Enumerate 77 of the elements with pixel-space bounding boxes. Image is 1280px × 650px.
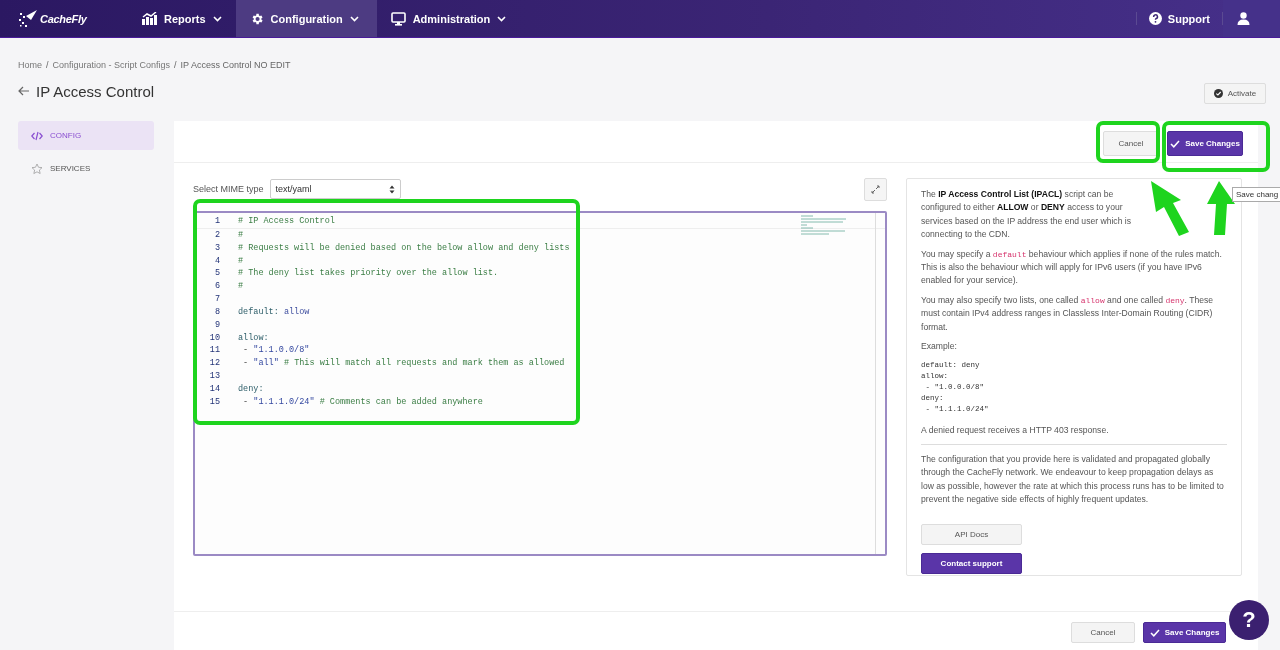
line-number: 7 [213, 293, 221, 306]
chevron-down-icon [497, 15, 507, 22]
support-link[interactable]: Support [1136, 0, 1222, 37]
nav-menu-item[interactable]: Configuration [235, 0, 377, 37]
line-number: 4 [213, 254, 221, 268]
field-label: Select MIME type [193, 184, 264, 194]
info-paragraph: The IP Access Control List (IPACL) script can be configured to either ALLOW or DENY access to your services based on the IP address the end user which is connecting to the CDN. [921, 188, 1133, 241]
breadcrumb-link[interactable]: Configuration - Script Configs [52, 60, 171, 72]
check-circle-icon [1213, 88, 1223, 98]
sidebar-item[interactable]: CONFIG [18, 121, 154, 150]
bar-chart-icon [142, 12, 157, 25]
api-docs-button[interactable]: API Docs [921, 524, 1022, 546]
line-number: 14 [208, 382, 221, 396]
line-number: 12 [208, 357, 221, 371]
cancel-button[interactable]: Cancel [1103, 131, 1159, 156]
code-line: - "all" # This will match all requests and mark them as allowed [242, 357, 565, 371]
cancel-button[interactable]: Cancel [1071, 622, 1135, 643]
code-editor[interactable] [193, 211, 887, 556]
line-number: 9 [213, 318, 221, 332]
line-number: 11 [208, 344, 221, 358]
line-number: 1 [213, 215, 221, 228]
contact-support-button[interactable]: Contact support [921, 553, 1022, 575]
help-icon [1148, 12, 1162, 25]
logo-text: CacheFly [40, 12, 87, 25]
activate-button[interactable]: Activate [1204, 82, 1266, 104]
code-icon [31, 130, 43, 141]
mime-type-select[interactable]: text/yaml [269, 179, 401, 199]
save-button[interactable]: Save Changes [1167, 131, 1243, 156]
code-line: default: allow [238, 305, 310, 319]
sidebar-item[interactable]: SERVICES [18, 154, 154, 183]
page-title: IP Access Control [36, 82, 155, 100]
expand-icon [871, 184, 880, 194]
breadcrumb-link[interactable]: Home [18, 60, 42, 72]
code-line: # [238, 228, 244, 242]
check-icon [1170, 139, 1181, 148]
line-number: 6 [213, 280, 221, 294]
chevron-down-icon [212, 15, 222, 22]
line-number: 13 [208, 370, 221, 383]
code-line: allow: [238, 331, 269, 345]
breadcrumb-separator: / [174, 60, 177, 72]
code-line: - "1.1.1.0/24" # Comments can be added anywhere [242, 395, 483, 409]
info-paragraph: Example: [921, 340, 958, 354]
line-number: 10 [208, 331, 221, 345]
code-line: deny: [238, 382, 264, 396]
code-line: - "1.1.0.0/8" [242, 344, 310, 358]
back-arrow-icon[interactable] [18, 86, 30, 96]
info-paragraph: A denied request receives a HTTP 403 response. [921, 424, 1110, 438]
chevron-down-icon [349, 15, 359, 22]
logo-mark-icon [18, 8, 38, 29]
highlight-box [1096, 121, 1160, 163]
line-number: 15 [208, 395, 221, 409]
info-paragraph: You may also specify two lists, one called allow and one called deny. These must contain IPv4 address ranges in Classless Inter-Domain Routing (CIDR) format. [921, 294, 1215, 334]
monitor-icon [390, 11, 406, 26]
check-icon [1149, 628, 1160, 637]
save-button[interactable]: Save Changes [1143, 622, 1226, 643]
minimap-drawing [801, 215, 847, 237]
code-line: # [238, 280, 244, 294]
line-number: 2 [213, 228, 221, 242]
info-paragraph: The configuration that you provide here is validated and propagated globally through the CacheFly network. We endeavour to keep propagation delays as low as possible, however the rate at which this process runs has to be limited to prevent the negative side effects of highly frequent updates. [921, 453, 1225, 506]
nav-menu-item[interactable]: Administration [376, 0, 521, 37]
select-arrows-icon [388, 184, 395, 194]
info-paragraph: You may specify a default behaviour which applies if none of the rules match. This is also the behaviour which will apply for IPv6 users (if you have IPv6 enabled for your service). [921, 247, 1223, 288]
line-number: 5 [213, 267, 221, 281]
line-number: 8 [213, 305, 221, 319]
star-icon [31, 162, 43, 175]
logo[interactable]: CacheFly [0, 0, 128, 37]
code-line: # The deny list takes priority over the allow list. [238, 267, 499, 281]
code-line: # Requests will be denied based on the below allow and deny lists [238, 241, 570, 255]
help-button[interactable]: ? [1229, 600, 1269, 640]
user-icon[interactable] [1237, 12, 1250, 25]
tooltip: Save chang [1232, 187, 1280, 202]
line-number: 3 [213, 241, 221, 255]
code-line: # [238, 254, 244, 268]
breadcrumb-current: IP Access Control NO EDIT [180, 60, 291, 72]
code-line: # IP Access Control [238, 215, 335, 228]
nav-menu-item[interactable]: Reports [128, 0, 236, 37]
breadcrumb-separator: / [46, 60, 49, 72]
